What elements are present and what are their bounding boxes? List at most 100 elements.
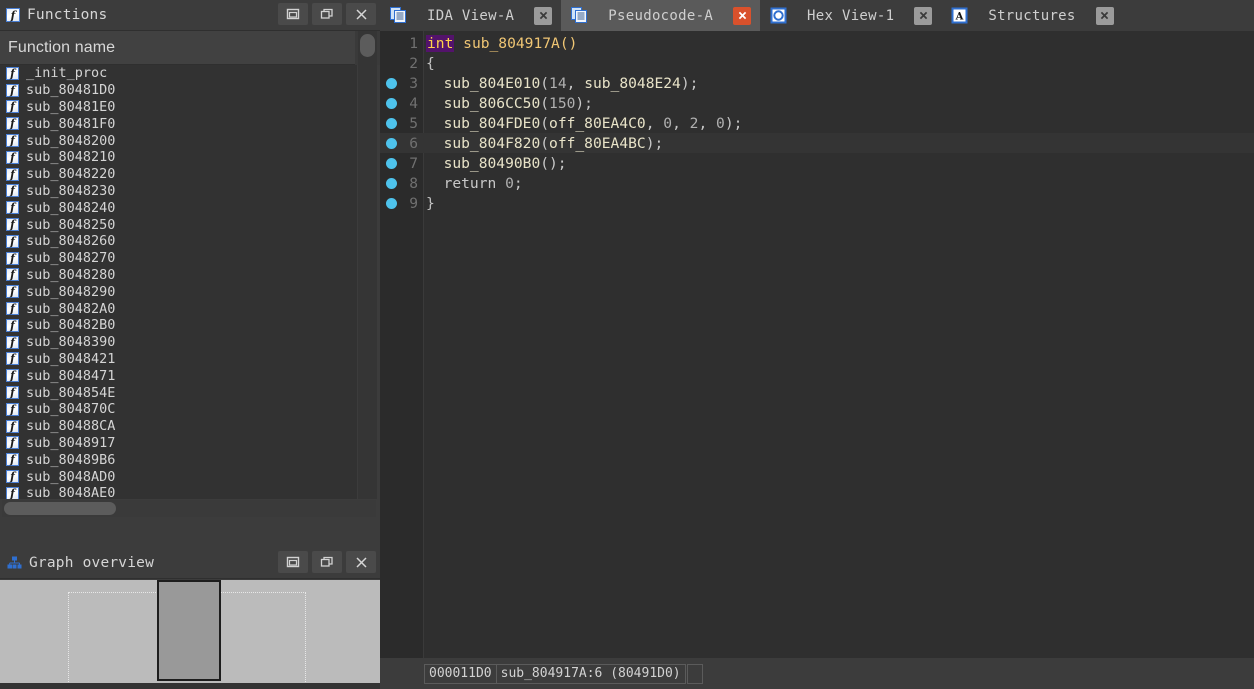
code-line-text: sub_80490B0(); [424, 155, 567, 172]
function-list-item[interactable]: f sub_8048250 [0, 216, 357, 233]
status-extra [686, 663, 703, 684]
function-list-item[interactable]: f sub_80481F0 [0, 115, 357, 132]
graph-viewport-rect[interactable] [157, 580, 221, 681]
tab-close-button[interactable] [914, 6, 933, 25]
function-icon: f [6, 369, 19, 383]
function-icon: f [6, 234, 19, 248]
breakpoint-dot-icon[interactable] [386, 118, 397, 129]
functions-maximize-button[interactable] [312, 3, 342, 25]
tab-structures[interactable]: A Structures [941, 0, 1122, 31]
tab-ida-view-a[interactable]: IDA View-A [380, 0, 561, 31]
functions-column-header[interactable]: Function name [0, 31, 380, 65]
function-list-item[interactable]: f sub_8048260 [0, 233, 357, 250]
code-line-text: sub_804E010(14, sub_8048E24); [424, 74, 699, 92]
function-list-item[interactable]: f sub_8048240 [0, 199, 357, 216]
function-list-item[interactable]: f sub_80482B0 [0, 317, 357, 334]
function-list-item[interactable]: f sub_8048230 [0, 183, 357, 200]
breakpoint-dot-icon[interactable] [386, 158, 397, 169]
graph-maximize-button[interactable] [312, 551, 342, 573]
function-icon: f [6, 251, 19, 265]
function-list-item[interactable]: f sub_80481E0 [0, 99, 357, 116]
function-icon: f [6, 335, 19, 349]
maximize-icon [320, 8, 333, 19]
function-list-item[interactable]: f sub_8048290 [0, 283, 357, 300]
function-list-item[interactable]: f _init_proc [0, 65, 357, 82]
tab-pseudocode-a[interactable]: Pseudocode-A [561, 0, 761, 31]
code-line[interactable]: 9} [380, 193, 1254, 213]
breakpoint-dot-icon[interactable] [386, 178, 397, 189]
status-location: sub_804917A:6 (80491D0) [495, 663, 686, 684]
function-list-item[interactable]: f sub_80481D0 [0, 82, 357, 99]
function-list-item[interactable]: f sub_804854E [0, 384, 357, 401]
function-list-item[interactable]: f sub_80488CA [0, 418, 357, 435]
functions-close-button[interactable] [346, 3, 376, 25]
maximize-icon [320, 556, 333, 567]
function-icon: f [6, 386, 19, 400]
graph-overview-titlebar: Graph overview [0, 548, 380, 579]
function-list-item-label: sub_8048421 [26, 350, 116, 367]
function-list-item[interactable]: f sub_8048471 [0, 367, 357, 384]
graph-restore-button[interactable] [278, 551, 308, 573]
code-token: ( [540, 134, 550, 152]
function-list-item[interactable]: f sub_8048210 [0, 149, 357, 166]
status-bar: 000011D0 sub_804917A:6 (80491D0) [380, 658, 1254, 689]
code-token: sub_804917A [463, 34, 560, 52]
functions-hscroll-thumb[interactable] [4, 502, 116, 515]
pseudocode-view[interactable]: 1 int sub_804917A() 2{3 sub_804E010(14, su… [380, 31, 1254, 658]
code-token: ); [680, 74, 699, 92]
functions-horizontal-scrollbar[interactable] [2, 500, 376, 517]
left-dock-column: f Functions Function name f _init_proc f… [0, 0, 380, 689]
breakpoint-dot-icon[interactable] [386, 98, 397, 109]
function-list-item-label: sub_8048917 [26, 434, 116, 451]
breakpoint-dot-icon[interactable] [386, 78, 397, 89]
code-token: 0 [716, 114, 725, 132]
function-list-item[interactable]: f sub_8048390 [0, 334, 357, 351]
function-list-item[interactable]: f sub_804870C [0, 401, 357, 418]
function-list-item[interactable]: f sub_80482A0 [0, 300, 357, 317]
functions-vscroll-thumb[interactable] [360, 34, 375, 57]
code-line[interactable]: 5 sub_804FDE0(off_80EA4C0, 0, 2, 0); [380, 113, 1254, 133]
function-list-item[interactable]: f sub_8048421 [0, 351, 357, 368]
code-line[interactable]: 7 sub_80490B0(); [380, 153, 1254, 173]
function-list-item[interactable]: f sub_8048200 [0, 132, 357, 149]
function-list-item-label: sub_8048230 [26, 182, 116, 199]
code-line[interactable]: 2{ [380, 53, 1254, 73]
line-number: 2 [409, 54, 418, 72]
code-token: ); [724, 114, 743, 132]
tab-hex-view-1[interactable]: Hex View-1 [760, 0, 941, 31]
code-line[interactable]: 4 sub_806CC50(150); [380, 93, 1254, 113]
function-list-item[interactable]: f sub_8048220 [0, 166, 357, 183]
functions-vertical-scrollbar[interactable] [358, 31, 377, 499]
function-icon: f [6, 134, 19, 148]
function-list-item[interactable]: f sub_8048280 [0, 267, 357, 284]
breakpoint-dot-icon[interactable] [386, 198, 397, 209]
graph-overview-canvas[interactable] [0, 580, 380, 683]
tab-close-button[interactable] [733, 6, 752, 25]
code-token: 0 [505, 174, 514, 192]
function-list-item[interactable]: f sub_8048AD0 [0, 468, 357, 485]
functions-list[interactable]: f _init_proc f sub_80481D0 f sub_80481E0 f sub_… [0, 65, 357, 499]
functions-restore-button[interactable] [278, 3, 308, 25]
code-token: , [566, 74, 585, 92]
function-list-item[interactable]: f sub_80489B6 [0, 451, 357, 468]
code-line[interactable]: 6 sub_804F820(off_80EA4BC); [380, 133, 1254, 153]
code-line[interactable]: 3 sub_804E010(14, sub_8048E24); [380, 73, 1254, 93]
tab-close-button[interactable] [1095, 6, 1114, 25]
function-list-item[interactable]: f sub_8048AE0 [0, 485, 357, 499]
tab-close-button[interactable] [534, 6, 553, 25]
code-token: ( [540, 74, 550, 92]
code-line-text: } [424, 195, 435, 212]
code-line[interactable]: 1 int sub_804917A() [380, 33, 1254, 53]
graph-close-button[interactable] [346, 551, 376, 573]
function-list-item[interactable]: f sub_8048270 [0, 250, 357, 267]
function-list-item[interactable]: f sub_8048917 [0, 435, 357, 452]
code-line-text: sub_804FDE0(off_80EA4C0, 0, 2, 0); [424, 114, 743, 132]
function-icon: f [6, 402, 19, 416]
code-token: int [426, 34, 455, 52]
code-line[interactable]: 8 return 0; [380, 173, 1254, 193]
pseudocode-lines[interactable]: 1 int sub_804917A() 2{3 sub_804E010(14, su… [380, 33, 1254, 213]
breakpoint-dot-icon[interactable] [386, 138, 397, 149]
